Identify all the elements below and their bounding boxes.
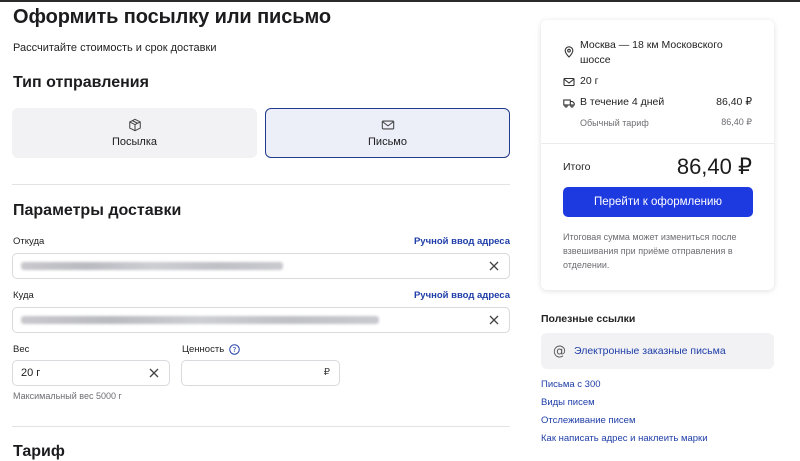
clear-icon[interactable] — [488, 260, 500, 272]
useful-link-letters-300[interactable]: Письма с 300 — [541, 379, 601, 390]
total-label: Итого — [563, 161, 591, 173]
weight-value: 20 г — [21, 367, 41, 379]
clear-icon[interactable] — [488, 314, 500, 326]
weight-label: Вес — [13, 344, 30, 355]
clear-icon[interactable] — [148, 367, 160, 379]
shipment-type-letter[interactable]: Письмо — [265, 108, 510, 158]
blurred-address-text — [21, 316, 379, 324]
shipment-type-parcel-label: Посылка — [111, 136, 158, 148]
delivery-params-heading: Параметры доставки — [13, 202, 182, 219]
manual-address-link-to[interactable]: Ручной ввод адреса — [414, 290, 510, 301]
page-subtitle: Рассчитайте стоимость и срок доставки — [13, 42, 217, 54]
from-address-input[interactable] — [12, 253, 510, 279]
shipment-type-letter-label: Письмо — [368, 136, 407, 148]
to-label: Куда — [13, 290, 34, 301]
checkout-button[interactable]: Перейти к оформлению — [563, 187, 753, 217]
from-label: Откуда — [13, 236, 45, 247]
useful-link-letter-types[interactable]: Виды писем — [541, 397, 595, 408]
electronic-registered-letters-link[interactable]: @ Электронные заказные письма — [541, 333, 774, 369]
useful-links-heading: Полезные ссылки — [541, 313, 636, 325]
divider — [12, 426, 510, 427]
weight-input[interactable]: 20 г — [12, 360, 170, 386]
manual-address-link-from[interactable]: Ручной ввод адреса — [414, 236, 510, 247]
summary-delivery-time: В течение 4 дней — [580, 96, 665, 108]
blurred-address-text — [21, 262, 283, 270]
summary-delivery-price: 86,40 ₽ — [716, 96, 752, 108]
summary-tariff-price: 86,40 ₽ — [721, 117, 752, 127]
at-sign-icon: @ — [553, 343, 566, 359]
to-address-input[interactable] — [12, 307, 510, 333]
truck-icon — [563, 99, 575, 108]
shipment-type-heading: Тип отправления — [13, 74, 149, 91]
summary-tariff-name: Обычный тариф — [580, 118, 649, 128]
shipment-type-parcel[interactable]: Посылка — [12, 108, 257, 158]
envelope-icon — [563, 77, 575, 87]
tariff-heading: Тариф — [13, 443, 65, 460]
summary-card: Москва — 18 км Московского шоссе 20 г В … — [541, 20, 774, 290]
value-input[interactable]: ₽ — [181, 360, 340, 386]
currency-symbol: ₽ — [323, 367, 330, 378]
summary-weight: 20 г — [580, 75, 599, 87]
value-label-row: Ценность ? — [182, 344, 240, 355]
summary-route: Москва — 18 км Московского шоссе — [580, 39, 723, 66]
useful-link-address-guide[interactable]: Как написать адрес и наклеить марки — [541, 433, 708, 444]
value-label: Ценность — [182, 344, 225, 355]
envelope-icon — [381, 120, 394, 130]
divider — [12, 184, 510, 185]
weight-hint: Максимальный вес 5000 г — [13, 391, 122, 401]
help-icon[interactable]: ? — [229, 344, 240, 355]
box-icon — [128, 118, 141, 132]
page-title: Оформить посылку или письмо — [13, 6, 332, 28]
total-value: 86,40 ₽ — [676, 154, 752, 179]
location-pin-icon — [564, 46, 574, 58]
electronic-registered-letters-label: Электронные заказные письма — [574, 345, 726, 357]
top-border — [0, 0, 800, 2]
svg-text:?: ? — [233, 345, 237, 354]
summary-note: Итоговая сумма может измениться после вз… — [563, 232, 737, 270]
divider — [541, 143, 774, 144]
useful-link-tracking[interactable]: Отслеживание писем — [541, 415, 635, 426]
